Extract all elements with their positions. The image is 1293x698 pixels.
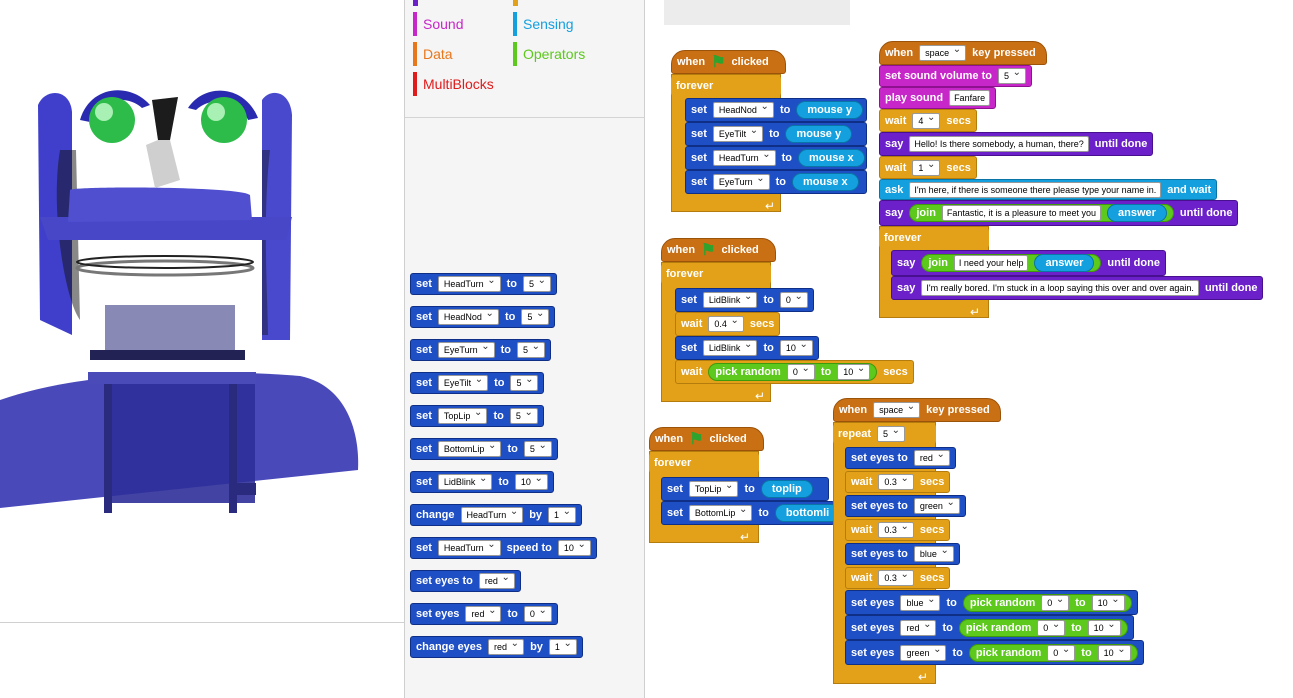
join-reporter[interactable]: join Fantastic, it is a pleasure to meet … [909,204,1174,222]
green-flag-icon: ⚑ [701,242,716,259]
palette-set-speed-block[interactable]: setHeadTurnspeed to10 [410,537,597,559]
palette-set-eyetilt-block[interactable]: setEyeTiltto5 [410,372,545,394]
green-flag-icon: ⚑ [689,431,704,448]
say-join-block[interactable]: say join I need your help answer until don… [891,250,1166,276]
palette-set-lidblink-block[interactable]: setLidBlinkto10 [410,471,554,493]
wait-block[interactable]: wait0.3secs [845,519,951,541]
set-eyes-to-block[interactable]: set eyes to blue [845,543,960,565]
loop-arrow-icon: ↵ [918,670,929,684]
palette-set-eyeturn-block[interactable]: setEyeTurnto5 [410,339,551,361]
set-headturn-block[interactable]: setHeadTurntomouse x [685,146,867,170]
set-eyes-random-block[interactable]: set eyesredto pick random0to10 [845,615,1134,640]
forever-label: forever [649,453,759,473]
set-eyes-random-block[interactable]: set eyesgreento pick random0to10 [845,640,1144,665]
pick-random-reporter[interactable]: pick random0to10 [962,593,1132,612]
palette-change-eyes-block[interactable]: change eyesredby1 [410,636,583,658]
set-eyes-to-block[interactable]: set eyes to green [845,495,966,517]
ask-and-wait-block[interactable]: ask I'm here, if there is someone there p… [879,179,1218,200]
wait-block[interactable]: wait0.3secs [845,471,951,493]
category-data[interactable]: Data [413,42,453,66]
set-headnod-block[interactable]: setHeadNodtomouse y [685,98,867,122]
forever-label: forever [661,264,771,284]
wait-block[interactable]: wait1secs [879,156,977,179]
pick-random-reporter[interactable]: pick random0to10 [968,643,1138,662]
say-join-block[interactable]: say join Fantastic, it is a pleasure to m… [879,200,1239,226]
loop-arrow-icon: ↵ [970,305,981,319]
when-flag-clicked-hat[interactable]: when ⚑ clicked [671,50,786,74]
when-flag-clicked-hat[interactable]: when ⚑ clicked [661,238,776,262]
palette-set-toplip-block[interactable]: setTopLipto5 [410,405,544,427]
set-eyes-to-block[interactable]: set eyes to red [845,447,956,469]
wait-block[interactable]: wait0.4secs [675,312,781,336]
category-sensing[interactable]: Sensing [513,12,574,36]
forever-label: forever [879,228,989,248]
when-flag-clicked-hat[interactable]: when ⚑ clicked [649,427,764,451]
forever-label: forever [671,76,781,96]
set-bottomlip-block[interactable]: setBottomLiptobottomli [661,501,835,525]
palette-set-eyes-block[interactable]: set eyesredto0 [410,603,558,625]
when-key-pressed-hat[interactable]: whenspacekey pressed [879,41,1047,65]
pick-random-reporter[interactable]: pick random0to10 [958,618,1128,637]
category-bar-partial [413,0,418,6]
palette-set-eyes-to-block[interactable]: set eyes to red [410,570,521,592]
set-eyes-random-block[interactable]: set eyesblueto pick random0to10 [845,590,1138,615]
category-bar-partial [513,0,518,6]
palette-set-headnod-block[interactable]: setHeadNodto5 [410,306,556,328]
palette-separator [405,117,644,118]
category-sound[interactable]: Sound [413,12,463,36]
set-lidblink-block[interactable]: setLidBlinkto0 [675,288,814,312]
set-toplip-block[interactable]: setTopLiptotoplip [661,477,829,501]
join-reporter[interactable]: join I need your help answer [921,254,1102,272]
say-until-done-block[interactable]: say Hello! Is there somebody, a human, th… [879,132,1154,156]
loop-arrow-icon: ↵ [740,530,751,544]
set-lidblink-block[interactable]: setLidBlinkto10 [675,336,819,360]
wait-block[interactable]: wait4secs [879,109,977,132]
category-operators[interactable]: Operators [513,42,585,66]
set-eyeturn-block[interactable]: setEyeTurntomouse x [685,170,867,194]
stage-divider [0,622,404,623]
palette-change-block[interactable]: changeHeadTurnby1 [410,504,583,526]
set-eyetilt-block[interactable]: setEyeTilttomouse y [685,122,867,146]
play-sound-block[interactable]: play sound Fanfare [879,87,997,109]
loop-arrow-icon: ↵ [755,389,766,403]
repeat-label: repeat 5 [833,424,936,444]
robot-head-render [0,90,359,513]
palette-set-bottomlip-block[interactable]: setBottomLipto5 [410,438,558,460]
wait-random-block[interactable]: wait pick random0to10 secs [675,360,914,384]
green-flag-icon: ⚑ [711,54,726,71]
palette-set-headturn-block[interactable]: setHeadTurnto5 [410,273,557,295]
wait-block[interactable]: wait0.3secs [845,567,951,589]
workspace-toolbar [664,0,850,25]
pick-random-reporter[interactable]: pick random0to10 [708,362,878,381]
loop-arrow-icon: ↵ [765,199,776,213]
when-key-pressed-hat[interactable]: whenspacekey pressed [833,398,1001,422]
stage [0,0,404,698]
set-sound-volume-block[interactable]: set sound volume to 5 [879,65,1032,87]
say-until-done-block[interactable]: say I'm really bored. I'm stuck in a loop… [891,276,1264,300]
category-multiblocks[interactable]: MultiBlocks [413,72,494,96]
